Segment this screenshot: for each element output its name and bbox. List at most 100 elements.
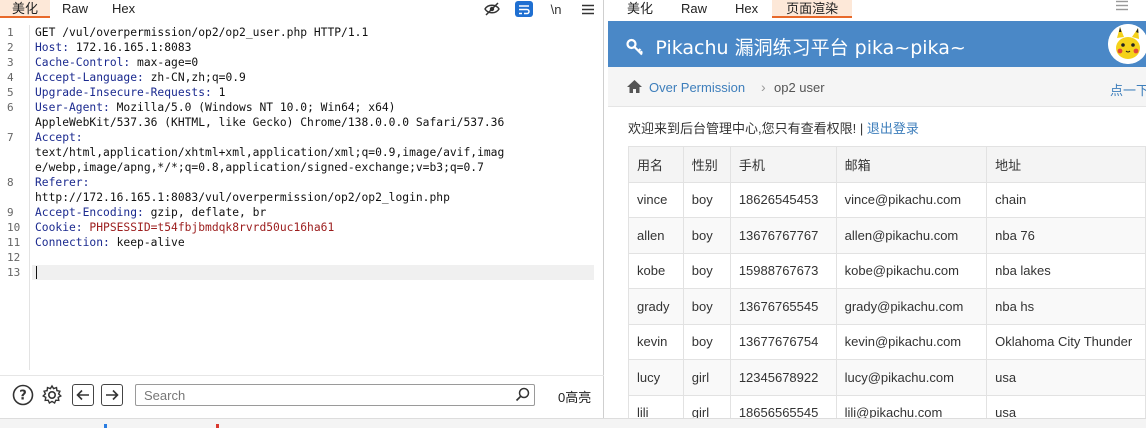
- tab-raw[interactable]: Raw: [50, 0, 100, 18]
- table-cell: boy: [682, 288, 731, 325]
- request-line[interactable]: text/html,application/xhtml+xml,applicat…: [35, 145, 595, 160]
- line-number: 7: [7, 131, 14, 144]
- table-cell: lucy: [628, 359, 684, 396]
- tab-pretty[interactable]: 美化: [613, 0, 667, 18]
- search-field[interactable]: [135, 384, 535, 406]
- key-icon: [626, 38, 649, 59]
- welcome-message: 欢迎来到后台管理中心,您只有查看权限! | 退出登录: [628, 118, 919, 137]
- breadcrumb-right-link[interactable]: 点一下: [1110, 80, 1146, 99]
- request-line[interactable]: http://172.16.165.1:8083/vul/overpermiss…: [35, 190, 595, 205]
- gear-icon[interactable]: [41, 384, 63, 406]
- request-line[interactable]: [35, 250, 595, 265]
- header-value: text/html,application/xhtml+xml,applicat…: [35, 146, 505, 159]
- search-bar: ? 0高亮: [0, 375, 604, 411]
- table-cell: kevin@pikachu.com: [835, 323, 988, 360]
- avatar[interactable]: [1108, 24, 1146, 64]
- table-cell: 15988767673: [729, 252, 837, 289]
- newline-toggle[interactable]: \n: [547, 1, 565, 17]
- line-number: 4: [7, 71, 14, 84]
- table-cell: allen: [628, 217, 684, 254]
- header-value: Mozilla/5.0 (Windows NT 10.0; Win64; x64…: [109, 101, 396, 114]
- table-cell: grady: [628, 288, 684, 325]
- request-line[interactable]: Accept:: [35, 130, 595, 145]
- line-number: 8: [7, 176, 14, 189]
- header-value: keep-alive: [109, 236, 185, 249]
- home-icon[interactable]: [626, 79, 642, 93]
- highlight-count: 0高亮: [558, 390, 592, 405]
- col-username: 用名: [628, 146, 684, 183]
- breadcrumb-link[interactable]: Over Permission: [649, 80, 745, 95]
- table-cell: 18626545453: [729, 181, 837, 218]
- table-cell: boy: [682, 181, 731, 218]
- header-name: Accept-Language:: [35, 71, 144, 84]
- table-cell: nba hs: [986, 288, 1146, 325]
- table-cell: vince: [628, 181, 684, 218]
- line-number: 1: [7, 26, 14, 39]
- help-circle-icon[interactable]: ?: [12, 384, 34, 406]
- chevron-right-icon: ›: [761, 79, 766, 95]
- request-line[interactable]: Accept-Encoding: gzip, deflate, br: [35, 205, 595, 220]
- header-name: Referer:: [35, 176, 90, 189]
- request-line[interactable]: e/webp,image/apng,*/*;q=0.8,application/…: [35, 160, 595, 175]
- request-line[interactable]: [35, 265, 595, 280]
- header-name: Cache-Control:: [35, 56, 131, 69]
- request-editor[interactable]: 1 2 3 4 5 6 7 8 9 10 11 12 13 GET /vul/overpermissio…: [0, 25, 604, 370]
- tab-render[interactable]: 页面渲染: [772, 0, 853, 18]
- request-line[interactable]: GET /vul/overpermission/op2/op2_user.php…: [35, 25, 595, 40]
- header-name: Host:: [35, 41, 70, 54]
- request-line[interactable]: Referer:: [35, 175, 595, 190]
- header-name: User-Agent:: [35, 101, 110, 114]
- tab-hex[interactable]: Hex: [721, 0, 772, 18]
- tab-pretty[interactable]: 美化: [0, 0, 51, 18]
- table-row: kobe boy 15988767673 kobe@pikachu.com nba la…: [628, 252, 1146, 289]
- eye-slash-icon[interactable]: [483, 1, 501, 17]
- header-value: AppleWebKit/537.36 (KHTML, like Gecko) C…: [35, 116, 505, 129]
- request-text[interactable]: GET /vul/overpermission/op2/op2_user.php…: [35, 25, 595, 280]
- search-icon[interactable]: [515, 387, 530, 405]
- request-line[interactable]: User-Agent: Mozilla/5.0 (Windows NT 10.0…: [35, 100, 595, 115]
- table-cell: lucy@pikachu.com: [835, 359, 988, 396]
- search-input[interactable]: [144, 387, 504, 403]
- tab-hex[interactable]: Hex: [100, 0, 147, 18]
- hamburger-icon[interactable]: [579, 1, 597, 17]
- status-dot: [216, 424, 219, 428]
- header-value: 1: [211, 86, 226, 99]
- table-cell: 13676767767: [729, 217, 837, 254]
- editor-toolbar: \n: [483, 0, 597, 18]
- arrow-right-icon[interactable]: [101, 384, 123, 406]
- request-line[interactable]: Host: 172.16.165.1:8083: [35, 40, 595, 55]
- table-row: grady boy 13676765545 grady@pikachu.com nba …: [628, 288, 1146, 325]
- line-number: 6: [7, 101, 14, 114]
- header-value: max-age=0: [130, 56, 199, 69]
- request-line[interactable]: Connection: keep-alive: [35, 235, 595, 250]
- request-line[interactable]: Cookie: PHPSESSID=t54fbjbmdqk8rvrd50uc16…: [35, 220, 595, 235]
- header-name: Accept:: [35, 131, 83, 144]
- table-cell: Oklahoma City Thunder: [986, 323, 1146, 360]
- tab-raw[interactable]: Raw: [667, 0, 721, 18]
- users-table: 用名 性别 手机 邮箱 地址 vince boy 18626545453 vince@…: [628, 146, 1146, 428]
- breadcrumb-current: op2 user: [774, 80, 825, 95]
- arrow-left-icon[interactable]: [72, 384, 94, 406]
- col-gender: 性别: [682, 146, 731, 183]
- request-line[interactable]: AppleWebKit/537.36 (KHTML, like Gecko) C…: [35, 115, 595, 130]
- table-cell: vince@pikachu.com: [835, 181, 988, 218]
- logout-link[interactable]: 退出登录: [867, 121, 919, 136]
- table-cell: girl: [682, 359, 731, 396]
- request-line[interactable]: Accept-Language: zh-CN,zh;q=0.9: [35, 70, 595, 85]
- wrap-lines-icon[interactable]: [515, 1, 533, 17]
- table-cell: 13676765545: [729, 288, 837, 325]
- request-tabs: 美化 Raw Hex: [0, 0, 147, 18]
- header-value: gzip, deflate, br: [143, 206, 267, 219]
- line-number: 11: [7, 236, 21, 249]
- line-number: 9: [7, 206, 14, 219]
- line-number: 13: [7, 266, 21, 279]
- header-name: Connection:: [35, 236, 110, 249]
- col-address: 地址: [986, 146, 1146, 183]
- table-cell: nba 76: [986, 217, 1146, 254]
- request-line[interactable]: Upgrade-Insecure-Requests: 1: [35, 85, 595, 100]
- line-number: 10: [7, 221, 21, 234]
- request-line[interactable]: Cache-Control: max-age=0: [35, 55, 595, 70]
- hamburger-icon[interactable]: [1116, 0, 1134, 14]
- table-cell: 13677676754: [729, 323, 837, 360]
- table-cell: kevin: [628, 323, 684, 360]
